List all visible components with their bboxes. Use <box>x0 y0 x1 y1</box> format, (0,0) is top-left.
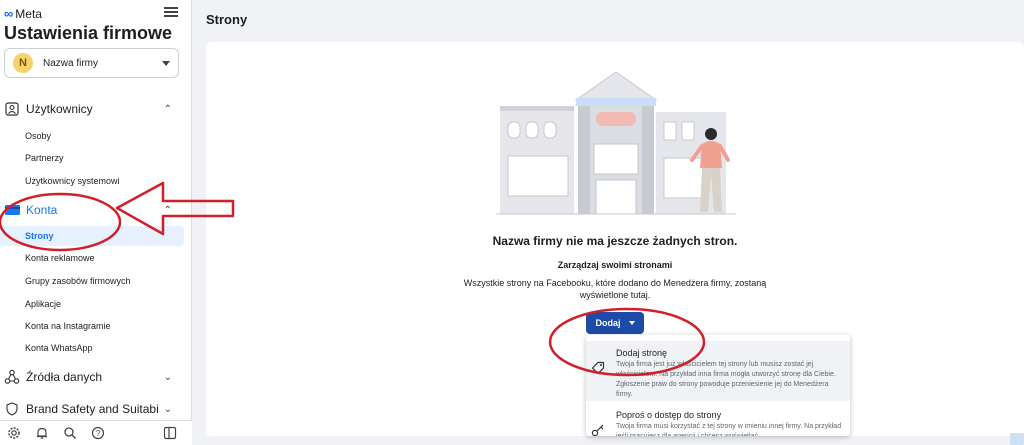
business-avatar: N <box>13 53 33 73</box>
bell-icon[interactable] <box>34 425 50 441</box>
chevron-up-icon: ⌃ <box>163 103 172 115</box>
sidebar-item-people[interactable]: Osoby <box>0 126 184 146</box>
sidebar-item-asset-groups[interactable]: Grupy zasobów firmowych <box>0 271 184 291</box>
search-icon[interactable] <box>62 425 78 441</box>
hamburger-icon[interactable] <box>164 5 178 19</box>
key-icon <box>586 403 610 436</box>
panel-icon[interactable] <box>162 425 178 441</box>
svg-text:?: ? <box>96 429 101 438</box>
menu-item-title: Poproś o dostęp do strony <box>616 410 722 420</box>
menu-item-description: Twoja firma musi korzystać z tej strony … <box>616 423 842 436</box>
sidebar-item-ad-accounts[interactable]: Konta reklamowe <box>0 248 184 268</box>
sidebar-item-pages[interactable]: Strony <box>0 226 184 246</box>
section-users[interactable]: Użytkownicy ⌃ <box>0 98 192 120</box>
chevron-down-icon: ⌄ <box>163 403 172 415</box>
sidebar-item-system-users[interactable]: Użytkownicy systemowi <box>0 171 184 191</box>
settings-icon[interactable] <box>6 425 22 441</box>
business-selector[interactable]: N Nazwa firmy <box>4 48 179 78</box>
sidebar-item-partners[interactable]: Partnerzy <box>0 148 184 168</box>
caret-down-icon <box>628 321 635 325</box>
section-users-label: Użytkownicy <box>26 102 93 116</box>
tag-icon <box>586 341 610 401</box>
menu-item-title: Dodaj stronę <box>616 348 668 358</box>
sidebar-item-apps[interactable]: Aplikacje <box>0 294 184 314</box>
manage-pages-description: Wszystkie strony na Facebooku, które dod… <box>463 278 767 300</box>
sidebar-item-instagram-accounts[interactable]: Konta na Instagramie <box>0 316 184 336</box>
settings-title: Ustawienia firmowe <box>4 23 173 43</box>
menu-item-request-access[interactable]: Poproś o dostęp do strony Twoja firma mu… <box>586 403 850 436</box>
empty-state-heading: Nazwa firmy nie ma jeszcze żadnych stron… <box>492 234 738 248</box>
storefront-illustration <box>496 71 736 215</box>
meta-infinity-icon: ∞ <box>4 6 14 21</box>
chevron-down-icon <box>162 60 170 66</box>
help-icon[interactable]: ? <box>90 425 106 441</box>
content-panel: Nazwa firmy nie ma jeszcze żadnych stron… <box>206 42 1024 436</box>
menu-item-description: Twoja firma jest już właścicielem tej st… <box>616 361 836 398</box>
page-title: Strony <box>206 12 248 27</box>
chevron-down-icon: ⌄ <box>163 371 172 383</box>
add-button-label: Dodaj <box>595 318 621 328</box>
accounts-icon <box>4 202 20 218</box>
section-brand-safety[interactable]: Brand Safety and Suitabi ⌄ <box>0 399 192 419</box>
sidebar: ∞ Meta Ustawienia firmowe N Nazwa firmy … <box>0 0 192 445</box>
section-accounts-label: Konta <box>26 203 58 217</box>
section-data-sources[interactable]: Źródła danych ⌄ <box>0 366 192 388</box>
meta-logo[interactable]: ∞ Meta <box>4 6 42 21</box>
add-button[interactable]: Dodaj <box>586 312 644 334</box>
add-dropdown-menu: Dodaj stronę Twoja firma jest już właści… <box>586 335 850 436</box>
business-name: Nazwa firmy <box>43 57 99 69</box>
sidebar-item-whatsapp-accounts[interactable]: Konta WhatsApp <box>0 338 184 358</box>
section-data-sources-label: Źródła danych <box>26 370 103 384</box>
corner-widget-icon[interactable] <box>1010 433 1024 445</box>
section-accounts[interactable]: Konta ⌃ <box>0 199 192 221</box>
manage-pages-heading: Zarządzaj swoimi stronami <box>557 260 673 270</box>
users-icon <box>4 101 20 117</box>
menu-item-add-page[interactable]: Dodaj stronę Twoja firma jest już właści… <box>586 341 850 401</box>
data-sources-icon <box>4 369 20 385</box>
section-brand-safety-label: Brand Safety and Suitabi <box>26 402 159 416</box>
shield-icon <box>4 401 20 417</box>
chevron-up-icon: ⌃ <box>163 204 172 216</box>
sidebar-bottom-bar: ? <box>0 420 192 445</box>
